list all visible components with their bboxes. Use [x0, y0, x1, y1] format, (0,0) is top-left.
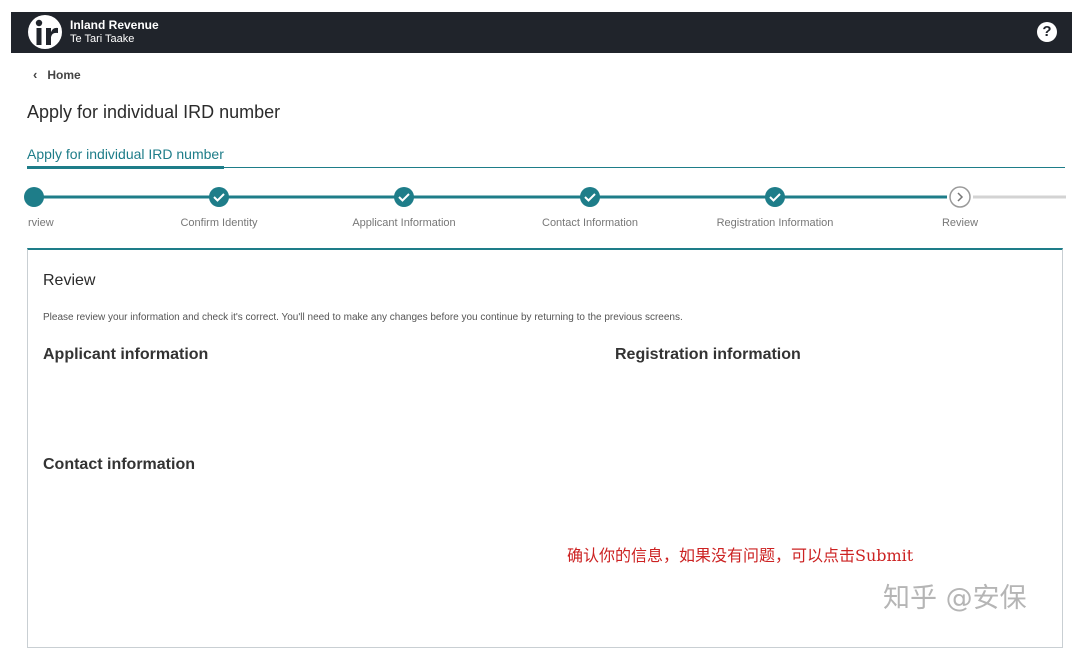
watermark: 知乎 @安保	[883, 583, 1027, 614]
step-label-review[interactable]: Review	[942, 217, 978, 229]
page-title: Apply for individual IRD number	[27, 102, 281, 122]
tab-divider	[27, 167, 1065, 168]
brand-english: Inland Revenue	[70, 18, 159, 32]
step-4-check-icon[interactable]	[580, 187, 600, 207]
section-contact-heading: Contact information	[43, 456, 195, 473]
step-1-marker[interactable]	[24, 187, 44, 207]
step-label-registration[interactable]: Registration Information	[717, 217, 834, 229]
brand-name: Inland Revenue Te Tari Taake	[70, 18, 159, 46]
step-5-check-icon[interactable]	[765, 187, 785, 207]
review-description: Please review your information and check…	[43, 312, 683, 323]
ir-logo-icon	[27, 14, 63, 50]
chevron-left-icon: ‹	[33, 67, 38, 82]
step-label-confirm-identity[interactable]: Confirm Identity	[180, 217, 257, 229]
review-title: Review	[43, 272, 96, 289]
step-2-check-icon[interactable]	[209, 187, 229, 207]
top-header: Inland Revenue Te Tari Taake ?	[11, 12, 1072, 53]
annotation-note: 确认你的信息，如果没有问题，可以点击Submit	[567, 546, 914, 565]
brand-maori: Te Tari Taake	[70, 33, 135, 45]
step-3-check-icon[interactable]	[394, 187, 414, 207]
progress-stepper: rview Confirm Identity Applicant Informa…	[0, 184, 1066, 234]
step-label-overview[interactable]: rview	[28, 217, 54, 229]
help-button[interactable]: ?	[1037, 22, 1057, 42]
breadcrumb-home[interactable]: ‹ Home	[33, 67, 81, 82]
step-6-current-icon[interactable]	[949, 186, 971, 208]
step-label-applicant[interactable]: Applicant Information	[352, 217, 455, 229]
breadcrumb-label: Home	[47, 68, 81, 82]
section-registration-heading: Registration information	[615, 346, 801, 363]
tab-apply-ird[interactable]: Apply for individual IRD number	[27, 146, 224, 169]
step-label-contact[interactable]: Contact Information	[542, 217, 638, 229]
section-applicant-heading: Applicant information	[43, 346, 209, 363]
